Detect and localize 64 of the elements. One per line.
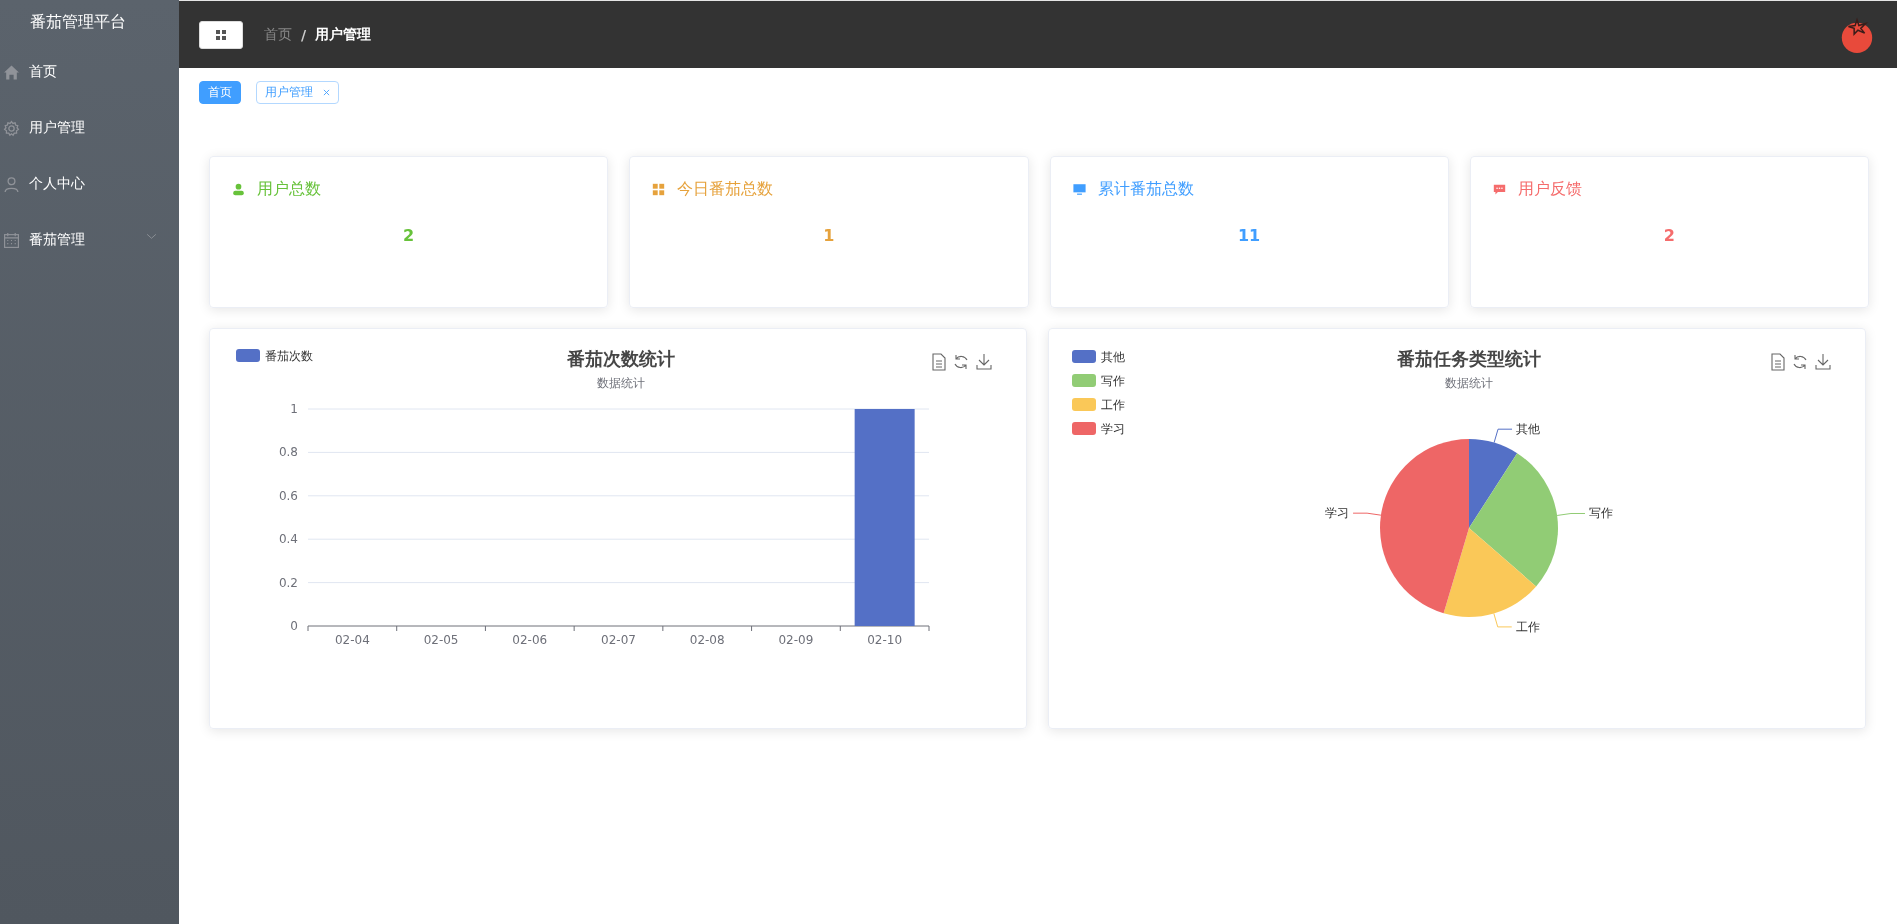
legend-label[interactable]: 番茄次数 [265,349,313,363]
close-icon[interactable] [323,89,330,96]
stat-label: 用户总数 [257,179,321,200]
refresh-icon[interactable] [1793,354,1807,370]
legend-swatch[interactable] [1072,398,1096,411]
chart-subtitle: 数据统计 [1445,376,1493,390]
stat-value: 2 [402,226,416,245]
x-axis-label: 02-05 [423,633,459,647]
y-axis-label: 0 [290,619,298,633]
stat-value: 2 [1662,226,1676,245]
slice-label: 写作 [1588,506,1613,521]
breadcrumb-item[interactable]: 首页 [264,25,292,44]
slice-label: 工作 [1515,619,1540,634]
refresh-icon[interactable] [954,354,968,370]
download-icon[interactable] [1815,353,1831,370]
legend-swatch[interactable] [236,349,260,362]
calendar-icon [3,231,20,249]
x-axis-label: 02-07 [601,633,636,647]
legend-label[interactable]: 工作 [1101,398,1125,412]
stat-value: 11 [1237,226,1262,245]
x-axis-label: 02-09 [778,633,814,647]
legend-swatch[interactable] [1072,350,1096,363]
x-axis-label: 02-06 [512,633,548,647]
chart-title: 番茄次数统计 [567,348,675,369]
legend-swatch[interactable] [1072,374,1096,387]
breadcrumb-item: 用户管理 [315,25,372,44]
legend-label[interactable]: 其他 [1101,350,1125,364]
sidebar-item[interactable]: 番茄管理 [0,212,179,268]
grid-icon [216,29,226,40]
y-axis-label: 0.6 [278,488,298,503]
slice-label: 其他 [1516,422,1541,437]
app-title: 番茄管理平台 [29,11,127,33]
chart-title: 番茄任务类型统计 [1397,348,1541,369]
sidebar-item[interactable]: 个人中心 [0,156,179,212]
y-axis-label: 0.2 [278,575,298,590]
leader-line [1352,512,1382,516]
person-icon [3,175,20,193]
leader-line [1556,513,1586,516]
y-axis-label: 1 [290,402,298,416]
leader-line [1493,612,1513,628]
stat-label: 用户反馈 [1517,179,1582,200]
document-icon[interactable] [1771,353,1785,371]
gear-icon [3,119,20,137]
home-icon [3,63,20,81]
stat-value: 1 [822,226,836,245]
download-icon[interactable] [976,353,992,370]
sidebar-item[interactable]: 首页 [0,44,179,100]
leader-line [1493,428,1513,444]
chart-subtitle: 数据统计 [597,376,645,390]
sidebar-item[interactable]: 用户管理 [0,100,179,156]
x-axis-label: 02-10 [867,633,903,647]
legend-label[interactable]: 学习 [1101,422,1125,436]
breadcrumb-separator: / [301,26,307,43]
x-axis-label: 02-08 [689,633,725,647]
stat-label: 今日番茄总数 [677,179,774,200]
y-axis-label: 0.8 [278,445,298,460]
stat-label: 累计番茄总数 [1097,179,1194,200]
y-axis-label: 0.4 [278,532,298,547]
legend-label[interactable]: 写作 [1101,374,1125,388]
document-icon[interactable] [932,353,946,371]
slice-label: 学习 [1325,506,1350,521]
legend-swatch[interactable] [1072,422,1096,435]
menu-button[interactable] [199,20,243,49]
x-axis-label: 02-04 [334,633,370,647]
